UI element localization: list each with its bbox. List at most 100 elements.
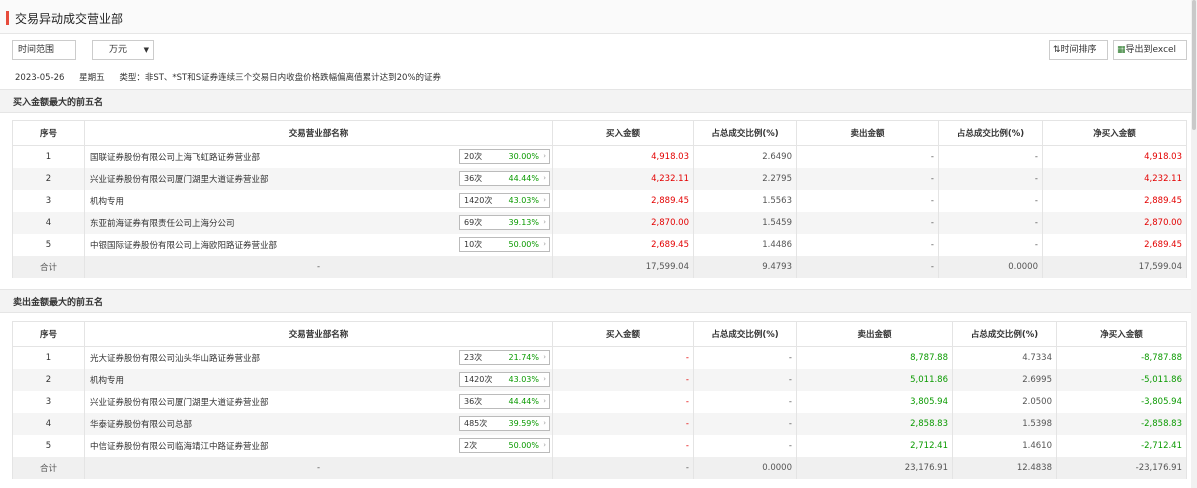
table-row: 5 中银国际证券股份有限公司上海欧阳路证券营业部 10次 50.00% › 2,… xyxy=(12,234,1187,256)
sell-ratio: - xyxy=(938,168,1043,190)
branch-stats-button[interactable]: 10次 50.00% › xyxy=(459,237,550,252)
branch-stats-button[interactable]: 1420次 43.03% › xyxy=(459,193,550,208)
buy-amount: 2,889.45 xyxy=(552,190,694,212)
branch-cell: 东亚前海证券有限责任公司上海分公司 69次 39.13% › xyxy=(84,212,553,234)
export-excel-button[interactable]: ▦导出到excel xyxy=(1113,40,1187,60)
branch-name-link[interactable]: 中银国际证券股份有限公司上海欧阳路证券营业部 xyxy=(90,241,277,251)
branch-stats-button[interactable]: 23次 21.74% › xyxy=(459,350,550,365)
trade-weekday: 星期五 xyxy=(79,73,105,83)
chevron-right-icon: › xyxy=(543,218,546,226)
table-row: 4 东亚前海证券有限责任公司上海分公司 69次 39.13% › 2,870.0… xyxy=(12,212,1187,234)
net-buy-amount: 2,689.45 xyxy=(1042,234,1187,256)
branch-stats-button[interactable]: 1420次 43.03% › xyxy=(459,372,550,387)
branch-cell: 机构专用 1420次 43.03% › xyxy=(84,369,553,391)
unit-select[interactable]: 万元 ▼ xyxy=(92,40,154,60)
branch-stats-button[interactable]: 36次 44.44% › xyxy=(459,171,550,186)
table-row: 1 光大证券股份有限公司汕头华山路证券营业部 23次 21.74% › - - … xyxy=(12,346,1187,369)
sell-amount: - xyxy=(796,212,939,234)
table-row: 3 兴业证券股份有限公司厦门湖里大道证券营业部 36次 44.44% › - -… xyxy=(12,391,1187,413)
vertical-scrollbar[interactable] xyxy=(1191,0,1197,488)
branch-name-link[interactable]: 兴业证券股份有限公司厦门湖里大道证券营业部 xyxy=(90,398,269,408)
branch-stats-button[interactable]: 36次 44.44% › xyxy=(459,394,550,409)
sell-amount: 2,712.41 xyxy=(796,435,953,457)
net-buy-amount: 2,889.45 xyxy=(1042,190,1187,212)
branch-name-link[interactable]: 国联证券股份有限公司上海飞虹路证券营业部 xyxy=(90,153,260,163)
anomaly-type: 类型：非ST、*ST和S证券连续三个交易日内收盘价格跌幅偏离值累计达到20%的证… xyxy=(119,73,442,83)
col-header-sell-amount: 卖出金额 xyxy=(796,321,953,347)
row-index: 1 xyxy=(12,346,85,369)
table-row: 1 国联证券股份有限公司上海飞虹路证券营业部 20次 30.00% › 4,91… xyxy=(12,145,1187,168)
branch-name-link[interactable]: 中信证券股份有限公司临海靖江中路证券营业部 xyxy=(90,442,269,452)
buy-ratio: 1.4486 xyxy=(693,234,797,256)
col-header-buy-amount: 买入金额 xyxy=(552,120,694,146)
sell-amount: 2,858.83 xyxy=(796,413,953,435)
table-row: 2 机构专用 1420次 43.03% › - - 5,011.86 2.699… xyxy=(12,369,1187,391)
total-sell-ratio: 12.4838 xyxy=(952,457,1057,479)
total-net-buy: -23,176.91 xyxy=(1056,457,1187,479)
buy-amount: - xyxy=(552,435,694,457)
branch-name-link[interactable]: 东亚前海证券有限责任公司上海分公司 xyxy=(90,219,235,229)
total-label: 合计 xyxy=(12,256,85,278)
sell-ratio: 1.4610 xyxy=(952,435,1057,457)
sell-amount: 8,787.88 xyxy=(796,346,953,369)
total-buy-ratio: 9.4793 xyxy=(693,256,797,278)
branch-name-link[interactable]: 兴业证券股份有限公司厦门湖里大道证券营业部 xyxy=(90,175,269,185)
scrollbar-thumb[interactable] xyxy=(1192,0,1196,130)
row-index: 5 xyxy=(12,234,85,256)
page-title: 交易异动成交营业部 xyxy=(15,12,124,26)
sell-amount: - xyxy=(796,234,939,256)
sell-amount: 5,011.86 xyxy=(796,369,953,391)
net-buy-amount: -2,712.41 xyxy=(1056,435,1187,457)
success-rate: 44.44% xyxy=(508,397,539,406)
chevron-right-icon: › xyxy=(543,174,546,182)
col-header-index: 序号 xyxy=(12,321,85,347)
trade-date: 2023-05-26 xyxy=(15,73,65,83)
table-row: 3 机构专用 1420次 43.03% › 2,889.45 1.5563 - … xyxy=(12,190,1187,212)
chevron-right-icon: › xyxy=(543,375,546,383)
branch-name-link[interactable]: 机构专用 xyxy=(90,197,124,207)
branch-cell: 国联证券股份有限公司上海飞虹路证券营业部 20次 30.00% › xyxy=(84,145,553,168)
table-row: 5 中信证券股份有限公司临海靖江中路证券营业部 2次 50.00% › - - … xyxy=(12,435,1187,457)
buy-amount: - xyxy=(552,369,694,391)
branch-stats-button[interactable]: 2次 50.00% › xyxy=(459,438,550,453)
sell-ratio: - xyxy=(938,234,1043,256)
net-buy-amount: 2,870.00 xyxy=(1042,212,1187,234)
appearance-count: 485次 xyxy=(464,419,488,428)
chevron-right-icon: › xyxy=(543,419,546,427)
total-row: 合计 - 17,599.04 9.4793 - 0.0000 17,599.04 xyxy=(12,256,1187,278)
branch-stats-button[interactable]: 20次 30.00% › xyxy=(459,149,550,164)
excel-icon: ▦ xyxy=(1117,45,1126,55)
col-header-buy-ratio: 占总成交比例(%) xyxy=(693,120,797,146)
row-index: 3 xyxy=(12,190,85,212)
time-range-button[interactable]: 时间范围 xyxy=(12,40,76,60)
sell-table-header: 序号 交易营业部名称 买入金额 占总成交比例(%) 卖出金额 占总成交比例(%)… xyxy=(12,321,1187,347)
branch-name-link[interactable]: 华泰证券股份有限公司总部 xyxy=(90,420,192,430)
time-sort-button[interactable]: ⇅时间排序 xyxy=(1049,40,1108,60)
branch-name-link[interactable]: 机构专用 xyxy=(90,376,124,386)
success-rate: 21.74% xyxy=(508,353,539,362)
unit-select-value: 万元 xyxy=(109,45,128,55)
success-rate: 43.03% xyxy=(508,375,539,384)
branch-stats-button[interactable]: 485次 39.59% › xyxy=(459,416,550,431)
sell-amount: 3,805.94 xyxy=(796,391,953,413)
branch-cell: 机构专用 1420次 43.03% › xyxy=(84,190,553,212)
branch-stats-button[interactable]: 69次 39.13% › xyxy=(459,215,550,230)
col-header-index: 序号 xyxy=(12,120,85,146)
col-header-net-buy: 净买入金额 xyxy=(1056,321,1187,347)
branch-name-link[interactable]: 光大证券股份有限公司汕头华山路证券营业部 xyxy=(90,354,260,364)
buy-ratio: - xyxy=(693,346,797,369)
buy-table: 序号 交易营业部名称 买入金额 占总成交比例(%) 卖出金额 占总成交比例(%)… xyxy=(12,120,1187,278)
total-buy-ratio: 0.0000 xyxy=(693,457,797,479)
net-buy-amount: -5,011.86 xyxy=(1056,369,1187,391)
total-name: - xyxy=(84,457,553,479)
branch-cell: 光大证券股份有限公司汕头华山路证券营业部 23次 21.74% › xyxy=(84,346,553,369)
total-sell-amount: - xyxy=(796,256,939,278)
row-index: 3 xyxy=(12,391,85,413)
net-buy-amount: 4,918.03 xyxy=(1042,145,1187,168)
branch-cell: 中信证券股份有限公司临海靖江中路证券营业部 2次 50.00% › xyxy=(84,435,553,457)
total-sell-ratio: 0.0000 xyxy=(938,256,1043,278)
sell-table: 序号 交易营业部名称 买入金额 占总成交比例(%) 卖出金额 占总成交比例(%)… xyxy=(12,321,1187,479)
sell-section-title: 卖出金额最大的前五名 xyxy=(13,298,104,308)
appearance-count: 69次 xyxy=(464,218,483,227)
chevron-right-icon: › xyxy=(543,353,546,361)
